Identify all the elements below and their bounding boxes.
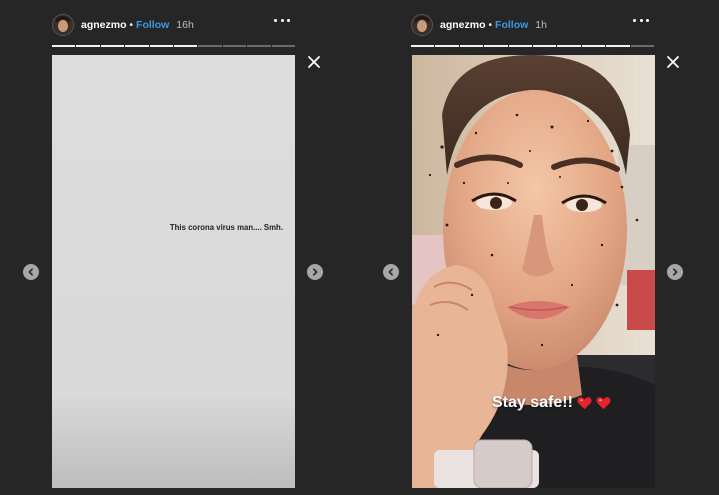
progress-segment	[125, 45, 149, 47]
prev-story-button[interactable]	[383, 264, 399, 280]
story-content[interactable]: Stay safe!!	[412, 55, 655, 488]
progress-segment	[459, 45, 484, 47]
progress-segment	[508, 45, 533, 47]
story-viewer-left: agnezmo • Follow 16h This corona virus m…	[0, 0, 359, 495]
progress-segment	[435, 45, 459, 47]
follow-button[interactable]: Follow	[495, 19, 528, 31]
chevron-left-icon	[388, 268, 393, 276]
follow-button[interactable]: Follow	[136, 19, 169, 31]
close-icon[interactable]	[666, 55, 680, 69]
username[interactable]: agnezmo	[81, 19, 127, 31]
prev-story-button[interactable]	[23, 264, 39, 280]
avatar[interactable]	[52, 14, 74, 36]
progress-segment	[247, 45, 271, 47]
chevron-right-icon	[313, 268, 318, 276]
progress-segment	[581, 45, 606, 47]
progress-segment	[533, 45, 557, 47]
progress-segment	[630, 45, 655, 47]
timestamp: 16h	[176, 19, 194, 31]
story-caption: Stay safe!!	[492, 394, 611, 412]
story-content[interactable]: This corona virus man.... Smh.	[52, 55, 295, 488]
story-header: agnezmo • Follow 1h	[411, 14, 547, 36]
story-progress-bar	[411, 45, 655, 47]
progress-segment	[100, 45, 125, 47]
caption-text: Stay safe!!	[492, 394, 573, 411]
more-options-icon[interactable]	[274, 18, 290, 24]
progress-segment	[557, 45, 581, 47]
story-progress-bar	[52, 45, 296, 47]
progress-segment	[411, 45, 435, 47]
more-options-icon[interactable]	[633, 18, 649, 24]
heart-icon	[577, 397, 592, 410]
chevron-left-icon	[28, 268, 33, 276]
close-icon[interactable]	[307, 55, 321, 69]
next-story-button[interactable]	[307, 264, 323, 280]
progress-segment	[76, 45, 100, 47]
progress-segment	[149, 45, 174, 47]
avatar[interactable]	[411, 14, 433, 36]
timestamp: 1h	[535, 19, 547, 31]
next-story-button[interactable]	[667, 264, 683, 280]
separator-dot: •	[129, 19, 134, 31]
progress-segment	[271, 45, 296, 47]
progress-segment	[222, 45, 247, 47]
progress-segment	[484, 45, 508, 47]
story-text: This corona virus man.... Smh.	[169, 223, 283, 232]
story-viewer-right: agnezmo • Follow 1h Stay safe!!	[359, 0, 719, 495]
progress-segment	[198, 45, 222, 47]
separator-dot: •	[488, 19, 493, 31]
progress-segment	[606, 45, 630, 47]
chevron-right-icon	[673, 268, 678, 276]
story-header: agnezmo • Follow 16h	[52, 14, 194, 36]
heart-icon	[596, 397, 611, 410]
progress-segment	[174, 45, 198, 47]
username[interactable]: agnezmo	[440, 19, 486, 31]
selfie-photo	[412, 55, 655, 488]
progress-segment	[52, 45, 76, 47]
